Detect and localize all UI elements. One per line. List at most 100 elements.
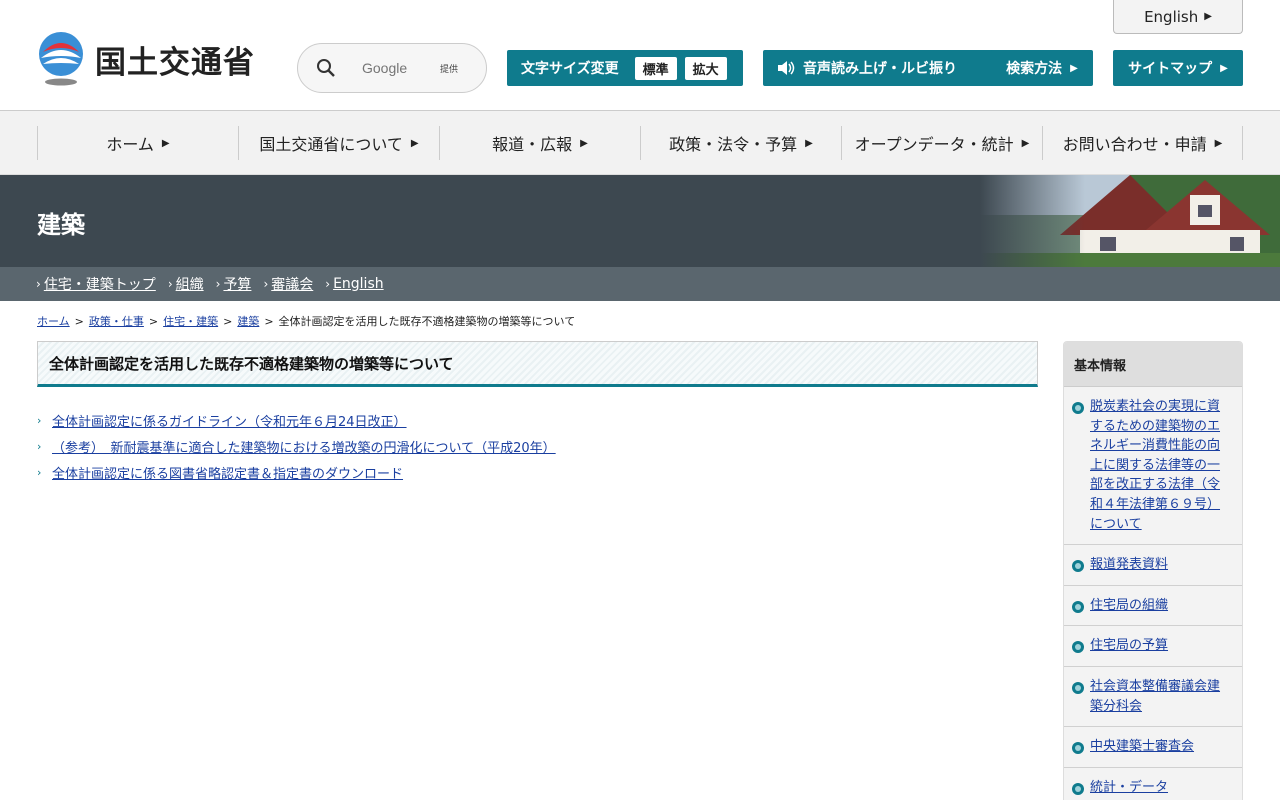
breadcrumb-policy[interactable]: 政策・仕事 (89, 315, 144, 328)
list-item: › 全体計画認定に係るガイドライン（令和元年６月24日改正） (37, 407, 556, 433)
nav-item-policy[interactable]: 政策・法令・予算 ▶ (640, 126, 841, 160)
chevron-right-icon: › (37, 439, 42, 453)
section-subnav: › 住宅・建築トップ › 組織 › 予算 › 審議会 › English (0, 267, 1280, 301)
bullet-icon (1072, 641, 1084, 654)
sidebar-link-organization[interactable]: 住宅局の組織 (1090, 598, 1168, 613)
search-method-label: 検索方法 (1006, 61, 1063, 77)
search-method-button[interactable]: 検索方法 ▶ (991, 50, 1093, 86)
site-name: 国土交通省 (95, 44, 255, 81)
nav-item-about[interactable]: 国土交通省について ▶ (238, 126, 439, 160)
chevron-right-icon: › (36, 277, 41, 291)
english-link-label: English (1144, 7, 1199, 26)
arrow-right-icon: ▶ (1070, 62, 1078, 74)
voice-reading-button[interactable]: 音声読み上げ・ルビ振り (763, 50, 999, 86)
breadcrumb-separator: > (264, 315, 274, 328)
sidebar-item: 住宅局の組織 (1064, 586, 1242, 627)
page-title: 全体計画認定を活用した既存不適格建築物の増築等について (37, 341, 1038, 387)
section-title: 建築 (37, 211, 85, 239)
font-size-large-button[interactable]: 拡大 (684, 56, 727, 80)
chevron-right-icon: › (325, 277, 331, 291)
sidebar-item: 報道発表資料 (1064, 545, 1242, 586)
subnav-link-organization[interactable]: 組織 (176, 274, 204, 294)
sidebar-item: 中央建築士審査会 (1064, 727, 1242, 768)
sidebar-link-architect-board[interactable]: 中央建築士審査会 (1090, 739, 1194, 754)
breadcrumb-separator: > (74, 315, 84, 328)
nav-item-opendata[interactable]: オープンデータ・統計 ▶ (841, 126, 1042, 160)
bullet-icon (1072, 681, 1084, 694)
site-logo[interactable]: 国土交通省 (37, 32, 255, 86)
voice-reading-label: 音声読み上げ・ルビ振り (803, 61, 957, 77)
sitemap-label: サイトマップ (1128, 61, 1213, 77)
search-icon[interactable] (316, 58, 336, 78)
arrow-right-icon: ▶ (1220, 62, 1228, 74)
breadcrumb-building[interactable]: 建築 (237, 315, 259, 328)
bullet-icon (1072, 560, 1084, 573)
guideline-link[interactable]: 全体計画認定に係るガイドライン（令和元年６月24日改正） (52, 411, 407, 430)
subnav-link-budget[interactable]: 予算 (223, 274, 251, 294)
sidebar-item: 社会資本整備審議会建築分科会 (1064, 667, 1242, 728)
house-photo (980, 175, 1280, 267)
sidebar-item: 脱炭素社会の実現に資するための建築物のエネルギー消費性能の向上に関する法律等の一… (1064, 387, 1242, 546)
sidebar-link-budget[interactable]: 住宅局の予算 (1090, 638, 1168, 653)
section-banner: 建築 (0, 175, 1280, 267)
global-nav: ホーム ▶ 国土交通省について ▶ 報道・広報 ▶ 政策・法令・予算 ▶ オープンデータ… (0, 111, 1280, 175)
search-input[interactable] (362, 60, 442, 76)
nav-label: 報道・広報 (492, 135, 573, 154)
bullet-icon (1072, 600, 1084, 613)
font-size-control: 文字サイズ変更 標準 拡大 (507, 50, 743, 86)
english-link[interactable]: English ▶ (1113, 0, 1243, 34)
breadcrumb-current: 全体計画認定を活用した既存不適格建築物の増築等について (278, 315, 576, 328)
subnav-link-english[interactable]: English (333, 276, 384, 292)
subnav-link-top[interactable]: 住宅・建築トップ (44, 274, 156, 294)
search-box: 提供 (297, 43, 487, 93)
breadcrumb-separator: > (148, 315, 159, 328)
chevron-right-icon: › (167, 277, 173, 291)
bullet-icon (1072, 782, 1084, 795)
breadcrumb-separator: > (223, 315, 233, 328)
subnav-link-council[interactable]: 審議会 (271, 274, 313, 294)
arrow-right-icon: ▶ (1214, 137, 1223, 149)
chevron-right-icon: › (37, 413, 42, 427)
sitemap-button[interactable]: サイトマップ ▶ (1113, 50, 1243, 86)
site-header: 国土交通省 English ▶ 提供 文字サイズ変更 標準 拡大 音声読み上げ・… (0, 0, 1280, 111)
breadcrumb-housing[interactable]: 住宅・建築 (163, 315, 218, 328)
sidebar-link-press[interactable]: 報道発表資料 (1090, 557, 1168, 572)
arrow-right-icon: ▶ (410, 137, 419, 149)
list-item: › 全体計画認定に係る図書省略認定書＆指定書のダウンロード (37, 459, 556, 485)
nav-item-contact[interactable]: お問い合わせ・申請 ▶ (1042, 126, 1243, 160)
sidebar-title: 基本情報 (1064, 342, 1242, 387)
nav-label: お問い合わせ・申請 (1062, 135, 1207, 154)
sidebar-item: 住宅局の予算 (1064, 626, 1242, 667)
nav-label: ホーム (106, 135, 154, 154)
document-link-list: › 全体計画認定に係るガイドライン（令和元年６月24日改正） › （参考） 新耐震基… (37, 407, 556, 485)
bullet-icon (1072, 742, 1084, 755)
nav-label: 国土交通省について (259, 135, 403, 154)
search-provider-label: 提供 (440, 64, 459, 75)
mlit-logo-icon (39, 32, 83, 86)
list-item: › （参考） 新耐震基準に適合した建築物における増改築の円滑化について（平成20年… (37, 433, 556, 459)
arrow-right-icon: ▶ (1021, 137, 1030, 149)
bullet-icon (1072, 402, 1084, 414)
nav-label: オープンデータ・統計 (854, 135, 1014, 154)
chevron-right-icon: › (263, 277, 269, 291)
download-link[interactable]: 全体計画認定に係る図書省略認定書＆指定書のダウンロード (52, 463, 403, 482)
nav-item-press[interactable]: 報道・広報 ▶ (439, 126, 640, 160)
breadcrumb-home[interactable]: ホーム (37, 315, 70, 328)
sidebar-item: 統計・データ (1064, 768, 1242, 800)
breadcrumb: ホーム > 政策・仕事 > 住宅・建築 > 建築 > 全体計画認定を活用した既存不適格建築物の増… (37, 313, 575, 329)
nav-item-home[interactable]: ホーム ▶ (37, 126, 238, 160)
arrow-right-icon: ▶ (805, 137, 813, 149)
sidebar: 基本情報 脱炭素社会の実現に資するための建築物のエネルギー消費性能の向上に関する… (1063, 341, 1243, 800)
reference-link[interactable]: （参考） 新耐震基準に適合した建築物における増改築の円滑化について（平成20年） (52, 437, 556, 456)
sidebar-link-law[interactable]: 脱炭素社会の実現に資するための建築物のエネルギー消費性能の向上に関する法律等の一… (1090, 399, 1220, 532)
chevron-right-icon: › (215, 277, 221, 291)
font-size-standard-button[interactable]: 標準 (634, 56, 677, 80)
font-size-label: 文字サイズ変更 (521, 61, 619, 77)
sidebar-link-council[interactable]: 社会資本整備審議会建築分科会 (1090, 679, 1220, 714)
chevron-right-icon: › (37, 465, 42, 479)
arrow-right-icon: ▶ (1204, 11, 1212, 22)
arrow-right-icon: ▶ (161, 137, 170, 149)
speaker-icon (778, 61, 795, 75)
arrow-right-icon: ▶ (580, 137, 588, 149)
sidebar-link-statistics[interactable]: 統計・データ (1090, 780, 1168, 795)
